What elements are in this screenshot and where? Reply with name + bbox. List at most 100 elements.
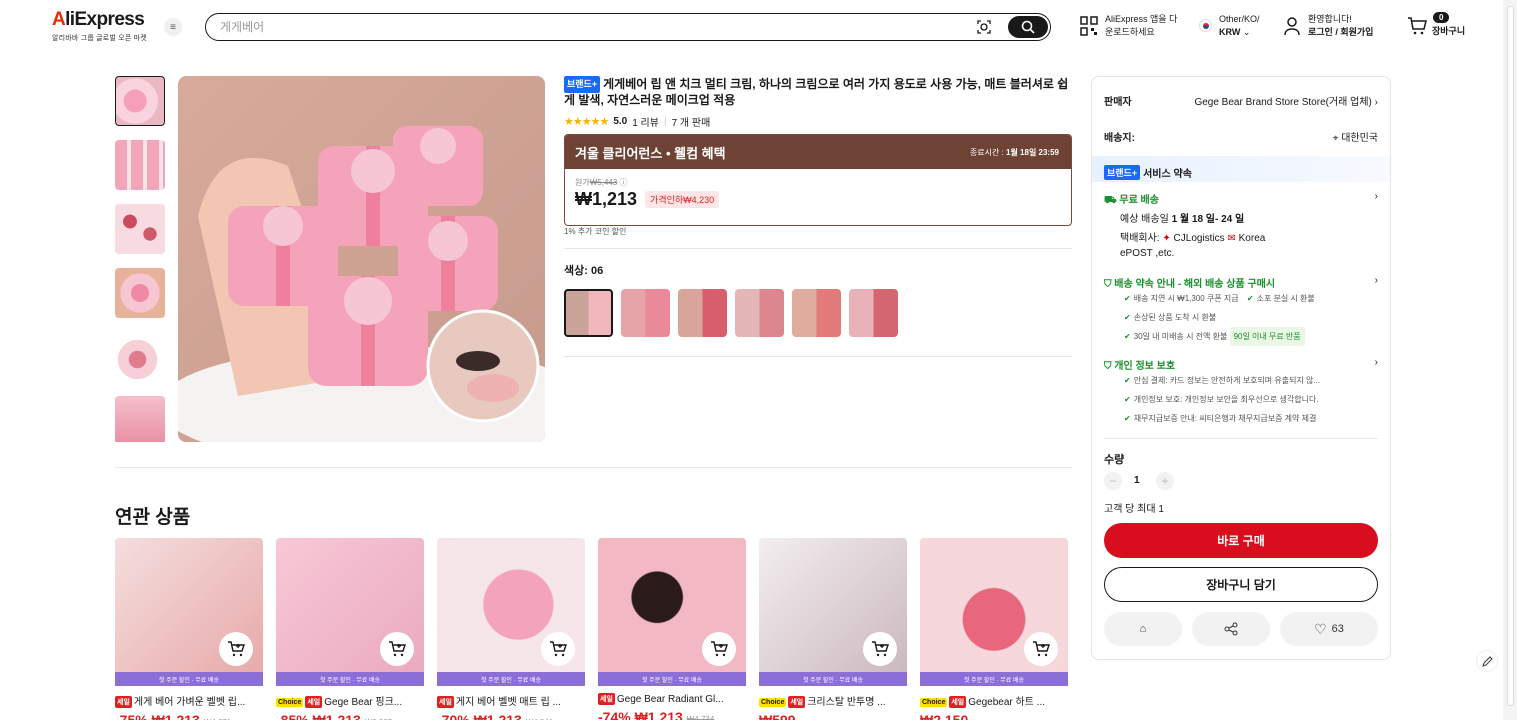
product-card-title[interactable]: Choice 세일 크리스탈 반투명 ... — [759, 693, 907, 708]
product-title-text: 게게베어 립 앤 치크 멀티 크림, 하나의 크림으로 여러 가지 용도로 사용… — [564, 77, 1069, 107]
product-card-discount: -85% — [276, 712, 313, 720]
truck-icon: ⛟ — [1104, 195, 1117, 206]
color-swatch[interactable] — [735, 289, 784, 337]
app-download-link[interactable]: AliExpress 앱을 다 운로드하세요 — [1105, 13, 1177, 39]
product-card[interactable]: 첫 주문 할인 · 무료 배송 세일 게지 베어 벨벳 매트 립 ... -70% ₩… — [437, 538, 585, 720]
original-price-value: ₩5,443 — [589, 178, 618, 187]
info-icon[interactable]: ⓘ — [620, 178, 628, 187]
cart-icon[interactable] — [1407, 17, 1427, 35]
ship-to-row[interactable]: 배송지: ⌖ 대한민국 — [1104, 129, 1378, 144]
rating-row: ★★★★★ 5.0 1 리뷰 | 7 개 판매 — [564, 114, 1072, 129]
thumbnail-1[interactable] — [115, 76, 165, 126]
cart-label[interactable]: 장바구니 — [1432, 25, 1465, 38]
promo-band: 첫 주문 할인 · 무료 배송 — [759, 672, 907, 686]
product-card[interactable]: 첫 주문 할인 · 무료 배송 Choice 세일 Gegebear 하트 ... ₩2… — [920, 538, 1068, 720]
share-button[interactable] — [1192, 612, 1270, 646]
product-card-price-value: ₩1,213 — [634, 709, 687, 720]
edit-pencil-icon[interactable] — [1476, 650, 1498, 672]
seller-row[interactable]: 판매자 Gege Bear Brand Store Store(거래 업체) › — [1104, 93, 1378, 108]
wishlist-button[interactable]: ♡ 63 — [1280, 612, 1378, 646]
thumbnail-2[interactable] — [115, 140, 165, 190]
quantity-plus-button[interactable]: + — [1156, 472, 1174, 490]
free-shipping-row[interactable]: ⛟ 무료 배송 › — [1104, 191, 1378, 208]
product-card-title[interactable]: Choice 세일 Gege Bear 핑크... — [276, 693, 424, 708]
divider — [564, 356, 1072, 357]
delivery-promise-row[interactable]: ⛉ 배송 약속 안내 - 해외 배송 상품 구매시 › — [1104, 275, 1378, 290]
add-to-cart-icon[interactable] — [541, 632, 575, 666]
product-card-image[interactable]: 첫 주문 할인 · 무료 배송 — [115, 538, 263, 686]
quantity-value[interactable]: 1 — [1134, 475, 1146, 486]
thumbnail-4[interactable] — [115, 268, 165, 318]
menu-icon[interactable]: ≡ — [164, 18, 182, 36]
promo-band: 첫 주문 할인 · 무료 배송 — [276, 672, 424, 686]
product-card[interactable]: 첫 주문 할인 · 무료 배송 세일 게게 베어 가벼운 벨벳 립... -75% ₩… — [115, 538, 263, 720]
search-bar — [205, 13, 1051, 41]
product-card-title[interactable]: 세일 Gege Bear Radiant Gl... — [598, 693, 746, 705]
service-promise-row: 브랜드+ 서비스 약속 — [1104, 165, 1378, 180]
cart-count-badge: 0 — [1433, 12, 1450, 23]
quantity-label: 수량 — [1104, 454, 1125, 466]
promise-item: 소포 분실 시 환불 — [1256, 294, 1315, 303]
product-card-title[interactable]: 세일 게게 베어 가벼운 벨벳 립... — [115, 693, 263, 708]
image-search-icon[interactable] — [976, 19, 992, 35]
color-swatch-06[interactable] — [564, 289, 613, 337]
product-card-price: ₩599 — [759, 712, 907, 720]
promise-item: 30일 내 미배송 시 전액 환불 — [1133, 332, 1228, 341]
purchase-panel: 판매자 Gege Bear Brand Store Store(거래 업체) ›… — [1091, 76, 1391, 660]
eta-value: 1 월 18 일- 24 일 — [1171, 214, 1245, 225]
product-card-discount: -70% — [437, 712, 474, 720]
color-swatch[interactable] — [792, 289, 841, 337]
thumbnail-6[interactable] — [115, 396, 165, 442]
ship-to-value: ⌖ 대한민국 — [1333, 129, 1378, 144]
privacy-list: ✔ 안심 결제: 카드 정보는 안전하게 보호되며 유출되지 않... ✔ 개인정보… — [1104, 371, 1378, 428]
add-to-cart-icon[interactable] — [219, 632, 253, 666]
add-to-cart-button[interactable]: 장바구니 담기 — [1104, 567, 1378, 602]
product-card-image[interactable]: 첫 주문 할인 · 무료 배송 — [276, 538, 424, 686]
account-link[interactable]: 환영합니다! 로그인 / 회원가입 — [1308, 13, 1373, 39]
product-card[interactable]: 첫 주문 할인 · 무료 배송세일 Gege Bear Radiant Gl...… — [598, 538, 746, 720]
product-card-image[interactable]: 첫 주문 할인 · 무료 배송 — [437, 538, 585, 686]
buy-now-button[interactable]: 바로 구매 — [1104, 523, 1378, 558]
color-swatch[interactable] — [849, 289, 898, 337]
add-to-cart-icon[interactable] — [1024, 632, 1058, 666]
user-icon[interactable] — [1284, 16, 1300, 36]
privacy-row[interactable]: ⛉ 개인 정보 보호 › — [1104, 357, 1378, 372]
product-card-price-value: ₩1,213 — [312, 712, 365, 720]
qr-code-icon[interactable] — [1080, 16, 1098, 36]
promo-band: 첫 주문 할인 · 무료 배송 — [437, 672, 585, 686]
thumbnail-5[interactable] — [115, 332, 165, 382]
product-card[interactable]: 첫 주문 할인 · 무료 배송 Choice 세일 크리스탈 반투명 ... ₩599 — [759, 538, 907, 720]
add-to-cart-icon[interactable] — [863, 632, 897, 666]
product-card-original-price: ₩4,734 — [686, 715, 715, 720]
promise-item: 배송 지연 시 ₩1,300 쿠폰 지급 — [1133, 294, 1239, 303]
share-icon — [1224, 622, 1238, 636]
price-area: 원가₩5,443 ⓘ ₩1,213 가격인하₩4,230 — [565, 169, 1071, 218]
scrollbar[interactable] — [1503, 0, 1517, 720]
product-card-title[interactable]: 세일 게지 베어 벨벳 매트 립 ... — [437, 693, 585, 708]
aliexpress-logo[interactable]: AliExpress 알리바바 그룹 글로벌 오픈 마켓 — [52, 10, 147, 43]
color-swatch[interactable] — [621, 289, 670, 337]
product-card-title[interactable]: Choice 세일 Gegebear 하트 ... — [920, 693, 1068, 708]
privacy: ⛉ 개인 정보 보호 — [1104, 357, 1175, 372]
search-input[interactable] — [220, 18, 920, 36]
locale-selector[interactable]: Other/KO/ KRW ⌄ — [1219, 13, 1260, 39]
product-card[interactable]: 첫 주문 할인 · 무료 배송 Choice 세일 Gege Bear 핑크... -8… — [276, 538, 424, 720]
product-card-image[interactable]: 첫 주문 할인 · 무료 배송 — [759, 538, 907, 686]
add-to-cart-icon[interactable] — [380, 632, 414, 666]
search-button[interactable] — [1008, 16, 1048, 38]
quantity-minus-button[interactable]: − — [1104, 472, 1122, 490]
thumbnail-3[interactable] — [115, 204, 165, 254]
sale-badge: 세일 — [305, 696, 323, 708]
product-photo — [178, 76, 545, 442]
scrollbar-thumb[interactable] — [1507, 6, 1514, 706]
color-swatch[interactable] — [678, 289, 727, 337]
product-card-image[interactable]: 첫 주문 할인 · 무료 배송 — [598, 538, 746, 686]
add-to-cart-icon[interactable] — [702, 632, 736, 666]
store-button[interactable]: ⌂ — [1104, 612, 1182, 646]
currency-label: KRW — [1219, 27, 1241, 37]
main-product-image[interactable] — [178, 76, 545, 442]
privacy-item: 개인정보 보호: 개인정보 보안을 최우선으로 생각합니다. — [1133, 395, 1319, 404]
product-card-image[interactable]: 첫 주문 할인 · 무료 배송 — [920, 538, 1068, 686]
color-label: 색상: 06 — [564, 265, 604, 277]
review-count[interactable]: 1 리뷰 — [632, 114, 659, 129]
